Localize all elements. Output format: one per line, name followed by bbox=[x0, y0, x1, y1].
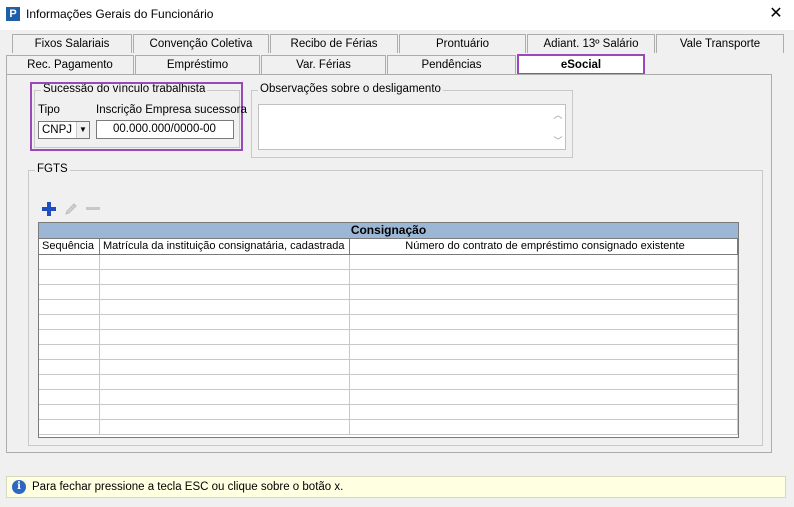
info-icon: i bbox=[12, 480, 26, 494]
tab-adiant-13-salario[interactable]: Adiant. 13º Salário bbox=[527, 34, 655, 53]
tab-esocial[interactable]: eSocial bbox=[517, 54, 645, 75]
table-cell[interactable] bbox=[39, 255, 100, 269]
table-row[interactable] bbox=[39, 300, 738, 315]
tipo-select-value: CNPJ bbox=[42, 124, 73, 136]
table-cell[interactable] bbox=[100, 315, 350, 329]
tipo-select[interactable]: CNPJ ▼ bbox=[38, 121, 90, 139]
tab-recibo-de-ferias[interactable]: Recibo de Férias bbox=[270, 34, 398, 53]
plus-icon bbox=[42, 202, 56, 216]
table-cell[interactable] bbox=[39, 360, 100, 374]
minus-icon bbox=[86, 207, 100, 210]
table-cell[interactable] bbox=[39, 315, 100, 329]
table-cell[interactable] bbox=[100, 285, 350, 299]
edit-button[interactable] bbox=[62, 200, 80, 218]
table-cell[interactable] bbox=[100, 330, 350, 344]
table-row[interactable] bbox=[39, 285, 738, 300]
table-cell[interactable] bbox=[39, 285, 100, 299]
table-cell[interactable] bbox=[350, 405, 738, 419]
close-button[interactable]: ✕ bbox=[766, 4, 786, 24]
table-cell[interactable] bbox=[39, 300, 100, 314]
tab-fixos-salariais[interactable]: Fixos Salariais bbox=[12, 34, 132, 53]
table-cell[interactable] bbox=[100, 300, 350, 314]
inscricao-label: Inscrição Empresa sucessora bbox=[96, 104, 247, 116]
table-cell[interactable] bbox=[350, 420, 738, 434]
table-cell[interactable] bbox=[350, 375, 738, 389]
table-cell[interactable] bbox=[100, 270, 350, 284]
app-icon: P bbox=[6, 7, 20, 21]
grid-body bbox=[39, 255, 738, 435]
tab-pendencias[interactable]: Pendências bbox=[387, 55, 516, 74]
tab-vale-transporte[interactable]: Vale Transporte bbox=[656, 34, 784, 53]
table-cell[interactable] bbox=[39, 330, 100, 344]
table-cell[interactable] bbox=[350, 300, 738, 314]
column-header-matricula[interactable]: Matrícula da instituição consignatária, … bbox=[100, 239, 350, 254]
grid-header: Sequência Matrícula da instituição consi… bbox=[39, 239, 738, 255]
table-cell[interactable] bbox=[39, 390, 100, 404]
observacoes-textarea[interactable] bbox=[258, 104, 566, 150]
scroll-down-icon[interactable]: ﹀ bbox=[553, 134, 563, 147]
table-cell[interactable] bbox=[350, 255, 738, 269]
status-bar: i Para fechar pressione a tecla ESC ou c… bbox=[6, 476, 786, 498]
table-cell[interactable] bbox=[350, 345, 738, 359]
consignacao-grid[interactable]: Consignação Sequência Matrícula da insti… bbox=[38, 222, 739, 438]
table-cell[interactable] bbox=[39, 420, 100, 434]
table-cell[interactable] bbox=[100, 360, 350, 374]
table-cell[interactable] bbox=[350, 285, 738, 299]
tab-var-ferias[interactable]: Var. Férias bbox=[261, 55, 386, 74]
tab-rec-pagamento[interactable]: Rec. Pagamento bbox=[6, 55, 134, 74]
table-cell[interactable] bbox=[100, 255, 350, 269]
table-cell[interactable] bbox=[100, 405, 350, 419]
scroll-up-icon[interactable]: ︿ bbox=[553, 108, 563, 121]
table-row[interactable] bbox=[39, 270, 738, 285]
title-bar: P Informações Gerais do Funcionário ✕ bbox=[0, 0, 794, 30]
remove-button[interactable] bbox=[84, 200, 102, 218]
column-header-sequencia[interactable]: Sequência bbox=[39, 239, 100, 254]
add-button[interactable] bbox=[40, 200, 58, 218]
table-cell[interactable] bbox=[100, 345, 350, 359]
tab-convencao-coletiva[interactable]: Convenção Coletiva bbox=[133, 34, 269, 53]
table-row[interactable] bbox=[39, 405, 738, 420]
tab-prontuario[interactable]: Prontuário bbox=[399, 34, 526, 53]
table-cell[interactable] bbox=[100, 375, 350, 389]
table-row[interactable] bbox=[39, 420, 738, 435]
table-row[interactable] bbox=[39, 345, 738, 360]
table-row[interactable] bbox=[39, 360, 738, 375]
chevron-down-icon: ▼ bbox=[76, 122, 89, 138]
panel-right-edge bbox=[774, 74, 786, 453]
table-row[interactable] bbox=[39, 315, 738, 330]
fgts-legend: FGTS bbox=[35, 163, 70, 175]
inscricao-input[interactable]: 00.000.000/0000-00 bbox=[96, 120, 234, 139]
table-cell[interactable] bbox=[350, 390, 738, 404]
table-row[interactable] bbox=[39, 255, 738, 270]
window-title: Informações Gerais do Funcionário bbox=[26, 7, 214, 21]
table-cell[interactable] bbox=[39, 375, 100, 389]
column-header-numero-contrato[interactable]: Número do contrato de empréstimo consign… bbox=[350, 239, 738, 254]
table-cell[interactable] bbox=[350, 360, 738, 374]
table-cell[interactable] bbox=[100, 420, 350, 434]
tab-emprestimo[interactable]: Empréstimo bbox=[135, 55, 260, 74]
table-cell[interactable] bbox=[39, 345, 100, 359]
tipo-label: Tipo bbox=[38, 104, 60, 116]
sucessao-highlight bbox=[30, 82, 243, 151]
table-cell[interactable] bbox=[350, 270, 738, 284]
table-cell[interactable] bbox=[350, 315, 738, 329]
status-text: Para fechar pressione a tecla ESC ou cli… bbox=[32, 481, 344, 493]
table-cell[interactable] bbox=[39, 270, 100, 284]
pencil-icon bbox=[65, 203, 77, 215]
table-cell[interactable] bbox=[350, 330, 738, 344]
table-row[interactable] bbox=[39, 330, 738, 345]
table-row[interactable] bbox=[39, 390, 738, 405]
observacoes-legend: Observações sobre o desligamento bbox=[258, 83, 443, 95]
table-row[interactable] bbox=[39, 375, 738, 390]
table-cell[interactable] bbox=[39, 405, 100, 419]
grid-title: Consignação bbox=[39, 223, 738, 239]
table-cell[interactable] bbox=[100, 390, 350, 404]
